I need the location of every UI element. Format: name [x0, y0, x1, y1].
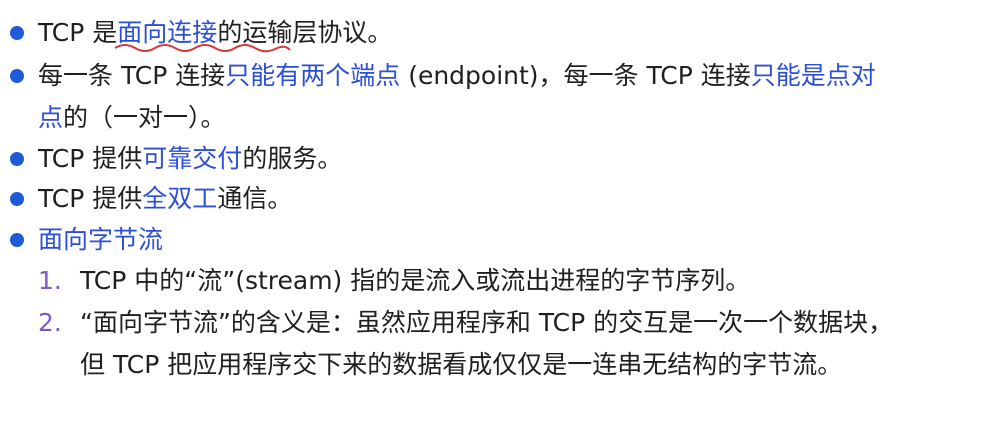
- highlight-two-endpoints: 只能有两个端点: [225, 61, 401, 90]
- text-segment: 的服务。: [242, 144, 343, 173]
- highlight-connection-oriented: 面向连接: [114, 14, 292, 53]
- bullet-title-byte-stream: 面向字节流: [38, 225, 164, 254]
- text-segment: (endpoint)，每一条 TCP 连接: [400, 61, 751, 90]
- sub-item-text: TCP 中的“流”(stream) 指的是流入或流出进程的字节序列。: [80, 266, 751, 295]
- bullet-text: TCP 提供可靠交付的服务。: [38, 140, 968, 178]
- slide: TCP 是面向连接 的运输层协议。 每一条 TCP 连接只能有两个端点 (endp…: [0, 0, 996, 440]
- highlight-point-to-point: 只能是点对: [750, 61, 876, 90]
- highlight-point: 点: [38, 103, 64, 132]
- text-segment: 通信。: [217, 184, 293, 213]
- sub-item-number: 1.: [38, 266, 62, 295]
- bullet-dot-icon: [10, 233, 24, 247]
- sub-item-text-line2: 但 TCP 把应用程序交下来的数据看成仅仅是一连串无结构的字节流。: [80, 350, 843, 379]
- text-segment: TCP 提供: [38, 184, 143, 213]
- wavy-underline-icon: [114, 44, 292, 53]
- sub-item-number: 2.: [38, 308, 62, 337]
- bullet-text: TCP 提供全双工通信。: [38, 180, 968, 218]
- text-segment: TCP 是: [38, 18, 118, 47]
- text-segment: TCP 提供: [38, 144, 143, 173]
- highlight-full-duplex: 全双工: [142, 184, 218, 213]
- bullet-dot-icon: [10, 69, 24, 83]
- bullet-dot-icon: [10, 26, 24, 40]
- text-segment: 每一条 TCP 连接: [38, 61, 226, 90]
- bullet-text: TCP 是面向连接 的运输层协议。: [38, 14, 968, 53]
- bullet-dot-icon: [10, 152, 24, 166]
- bullet-dot-icon: [10, 192, 24, 206]
- text-segment: 的（一对一）。: [63, 103, 226, 132]
- bullet-text-line2: 点的（一对一）。: [38, 99, 968, 137]
- bullet-text-line1: 每一条 TCP 连接只能有两个端点 (endpoint)，每一条 TCP 连接只…: [38, 57, 968, 95]
- highlight-reliable-delivery: 可靠交付: [142, 144, 243, 173]
- sub-item-text-line1: “面向字节流”的含义是：虽然应用程序和 TCP 的交互是一次一个数据块，: [80, 308, 894, 337]
